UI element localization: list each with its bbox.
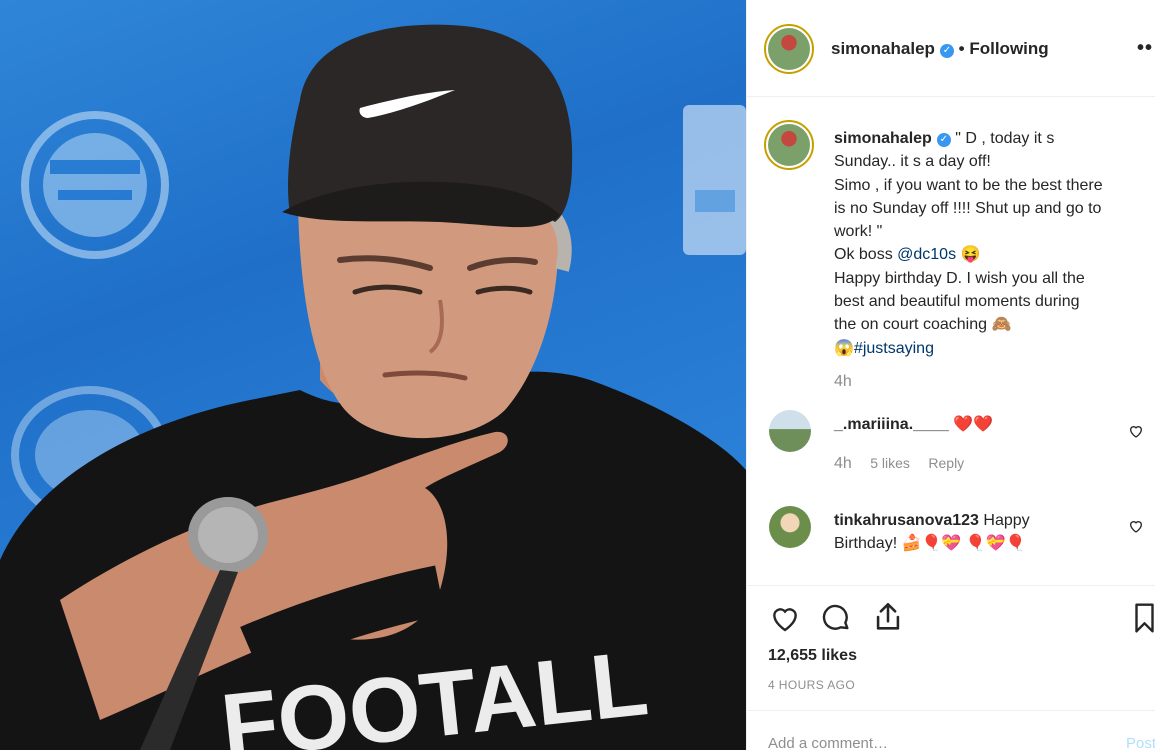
- follow-status-button[interactable]: Following: [969, 39, 1048, 58]
- comment-icon[interactable]: [819, 602, 853, 634]
- caption-line: is no Sunday off !!!! Shut up and go to: [834, 199, 1102, 217]
- heart-icon[interactable]: [768, 602, 802, 634]
- author-username[interactable]: simonahalep: [831, 39, 935, 58]
- post-comment-button[interactable]: Post: [1126, 735, 1155, 752]
- post-timestamp: 4 HOURS AGO: [768, 678, 856, 692]
- caption-line: best and beautiful moments during: [834, 293, 1080, 311]
- reply-button[interactable]: Reply: [928, 455, 964, 471]
- emoji: 🙈: [991, 316, 1012, 334]
- comment-age: 4h: [834, 455, 852, 472]
- caption-line: Simo , if you want to be the best there: [834, 176, 1103, 194]
- comment-text: Happy: [983, 512, 1030, 529]
- post-photo-illustration: FOOTALL: [0, 24, 746, 750]
- add-comment-box: Add a comment… Post: [747, 710, 1155, 752]
- caption-line: Sunday.. it s a day off!: [834, 153, 991, 171]
- post-photo[interactable]: FOOTALL: [0, 0, 746, 750]
- comment-username[interactable]: tinkahrusanova123: [834, 512, 979, 529]
- bookmark-icon[interactable]: [1133, 602, 1155, 634]
- comment: _.mariiina.____ ❤️❤️: [834, 414, 993, 434]
- more-dots-icon[interactable]: ••: [1137, 37, 1153, 60]
- commenter-avatar[interactable]: [769, 506, 811, 548]
- commenter-avatar[interactable]: [769, 410, 811, 452]
- comment-likes[interactable]: 5 likes: [870, 455, 910, 471]
- emoji: 😱: [834, 339, 854, 357]
- comment-username[interactable]: _.mariiina.____: [834, 416, 949, 433]
- verified-badge-icon: ✓: [939, 44, 954, 58]
- bg-sign-right: [683, 105, 746, 255]
- comment-text: Birthday! 🍰🎈💝 🎈💝🎈: [834, 535, 1026, 553]
- separator-dot: •: [958, 39, 965, 58]
- comment: tinkahrusanova123 Happy Birthday! 🍰🎈💝 🎈💝…: [834, 509, 1084, 556]
- post-header: simonahalep ✓ • Following ••: [747, 0, 1155, 97]
- verified-badge-icon: ✓: [936, 133, 951, 147]
- heart-icon[interactable]: [1128, 423, 1144, 439]
- bg-logo-left: [21, 111, 169, 259]
- caption-author-avatar[interactable]: [764, 120, 814, 170]
- post-actions: 12,655 likes 4 HOURS AGO Add a comment… …: [747, 585, 1155, 752]
- caption-text: the on court coaching: [834, 316, 992, 334]
- comment-meta: 4h 5 likes Reply: [834, 455, 964, 473]
- caption-text: Ok boss: [834, 246, 898, 264]
- heart-icon[interactable]: [1128, 518, 1144, 534]
- caption-line: " D , today it s: [955, 130, 1055, 147]
- caption-line: work! ": [834, 223, 883, 241]
- mention-link[interactable]: @dc10s: [897, 246, 956, 263]
- emoji: 😝: [960, 246, 981, 264]
- post-side-panel: simonahalep ✓ • Following •• simonahalep ✓…: [746, 0, 1155, 752]
- author-avatar[interactable]: [764, 24, 814, 74]
- share-icon[interactable]: [871, 600, 905, 634]
- comment-text: ❤️❤️: [953, 416, 994, 433]
- caption-username[interactable]: simonahalep: [834, 130, 932, 147]
- hashtag-link[interactable]: #justsaying: [854, 340, 934, 357]
- caption-age: 4h: [834, 372, 852, 390]
- comment-input[interactable]: Add a comment…: [768, 735, 888, 752]
- caption-line: Happy birthday D. I wish you all the: [834, 269, 1085, 287]
- likes-count[interactable]: 12,655 likes: [768, 647, 857, 665]
- caption: simonahalep ✓ " D , today it s Sunday.. i…: [834, 127, 1144, 393]
